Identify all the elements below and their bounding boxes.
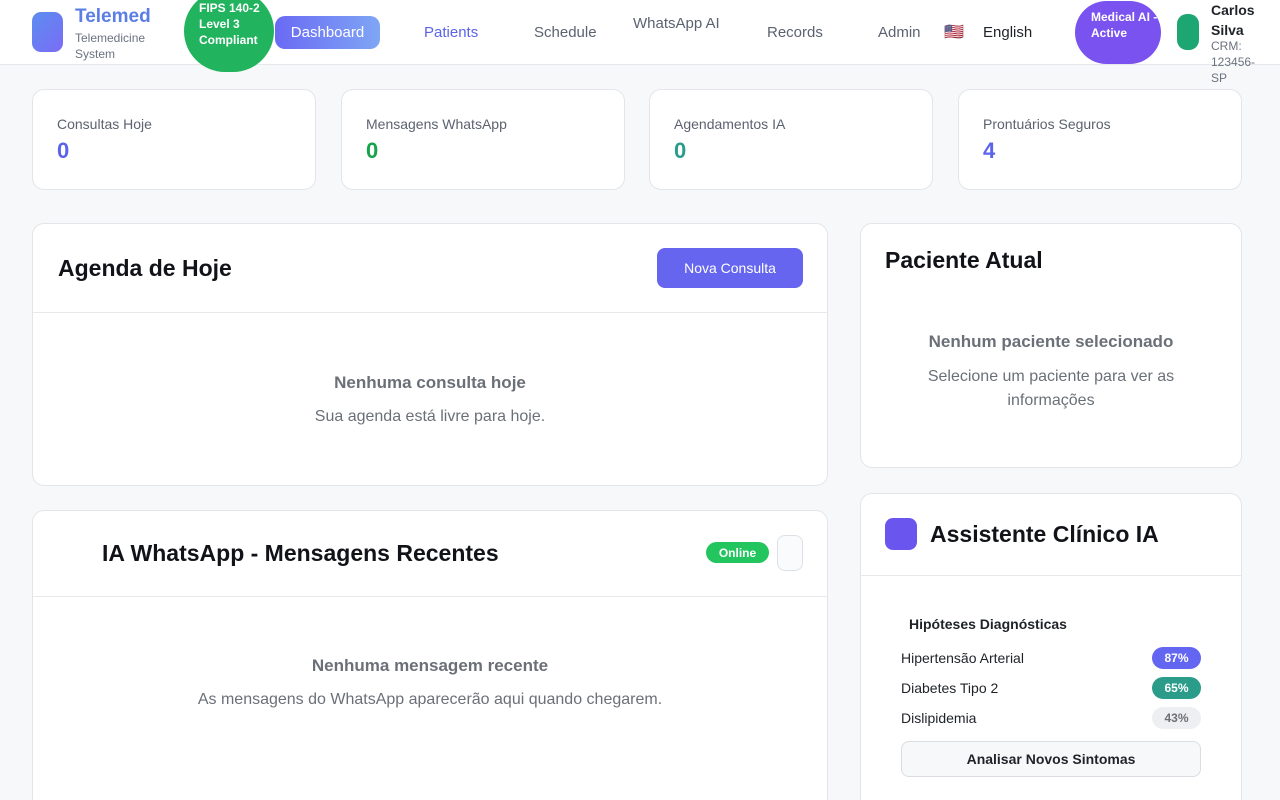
agenda-empty-title: Nenhuma consulta hoje (334, 373, 526, 392)
stat-card-prontuarios: Prontuários Seguros 4 (958, 89, 1242, 190)
hypothesis-name: Diabetes Tipo 2 (901, 680, 999, 696)
stat-label: Agendamentos IA (674, 116, 786, 132)
brand-name[interactable]: Telemed (75, 6, 151, 28)
hypothesis-name: Hipertensão Arterial (901, 650, 1024, 666)
patient-title: Paciente Atual (885, 247, 1043, 273)
stat-label: Consultas Hoje (57, 116, 152, 132)
avatar[interactable] (1177, 14, 1199, 50)
assistant-title: Assistente Clínico IA (930, 521, 1159, 547)
stat-card-mensagens: Mensagens WhatsApp 0 (341, 89, 625, 190)
hypothesis-probability: 43% (1152, 707, 1201, 729)
divider (33, 596, 827, 597)
whatsapp-panel: IA WhatsApp - Mensagens Recentes Online … (32, 510, 828, 800)
patient-empty-subtitle: Selecione um paciente para ver as inform… (927, 368, 1175, 409)
nav-dashboard[interactable]: Dashboard (275, 16, 380, 49)
new-consultation-button[interactable]: Nova Consulta (657, 248, 803, 288)
agenda-title: Agenda de Hoje (58, 255, 232, 281)
medical-ai-status-badge[interactable]: Medical AI - Active (1075, 1, 1161, 64)
nav-records[interactable]: Records (767, 24, 823, 41)
robot-icon (885, 518, 917, 550)
brand-subtitle: Telemedicine System (75, 31, 146, 61)
divider (861, 575, 1241, 576)
nav-whatsapp-ai[interactable]: WhatsApp AI (633, 12, 723, 36)
nav-admin[interactable]: Admin (878, 24, 921, 41)
clinical-assistant-panel: Assistente Clínico IA Hipóteses Diagnóst… (860, 493, 1242, 800)
hypotheses-title: Hipóteses Diagnósticas (909, 616, 1067, 632)
fips-compliance-badge: FIPS 140-2 Level 3 Compliant (184, 0, 274, 72)
hypothesis-name: Dislipidemia (901, 710, 977, 726)
divider (33, 312, 827, 313)
agenda-panel: Agenda de Hoje Nova Consulta Nenhuma con… (32, 223, 828, 486)
list-item: Diabetes Tipo 2 65% (901, 677, 1201, 699)
logo-icon[interactable] (32, 12, 63, 52)
stat-card-agendamentos: Agendamentos IA 0 (649, 89, 933, 190)
list-item: Hipertensão Arterial 87% (901, 647, 1201, 669)
stat-value: 0 (674, 138, 687, 163)
stat-value: 0 (57, 138, 70, 163)
nav-patients[interactable]: Patients (424, 24, 478, 41)
us-flag-icon[interactable]: 🇺🇸 (944, 22, 964, 42)
whatsapp-empty-title: Nenhuma mensagem recente (311, 656, 549, 675)
user-crm: CRM: 123456-SP (1211, 39, 1256, 85)
patient-empty-title: Nenhum paciente selecionado (928, 332, 1174, 351)
user-name[interactable]: Carlos Silva (1211, 0, 1271, 40)
whatsapp-empty-subtitle: As mensagens do WhatsApp aparecerão aqui… (197, 691, 663, 708)
status-badge: Online (706, 542, 769, 563)
hypothesis-probability: 87% (1152, 647, 1201, 669)
nav-schedule[interactable]: Schedule (534, 24, 597, 41)
stat-label: Prontuários Seguros (983, 116, 1111, 132)
stat-label: Mensagens WhatsApp (366, 116, 507, 132)
current-patient-panel: Paciente Atual Nenhum paciente seleciona… (860, 223, 1242, 468)
language-selector[interactable]: English (983, 24, 1032, 41)
refresh-icon[interactable] (777, 535, 803, 571)
agenda-empty-subtitle: Sua agenda está livre para hoje. (314, 408, 546, 425)
list-item: Dislipidemia 43% (901, 707, 1201, 729)
stat-card-consultas: Consultas Hoje 0 (32, 89, 316, 190)
stat-value: 0 (366, 138, 379, 163)
hypothesis-probability: 65% (1152, 677, 1201, 699)
stat-value: 4 (983, 138, 996, 163)
whatsapp-title: IA WhatsApp - Mensagens Recentes (102, 540, 499, 566)
analyze-symptoms-button[interactable]: Analisar Novos Sintomas (901, 741, 1201, 777)
top-header: Telemed Telemedicine System FIPS 140-2 L… (0, 0, 1280, 85)
